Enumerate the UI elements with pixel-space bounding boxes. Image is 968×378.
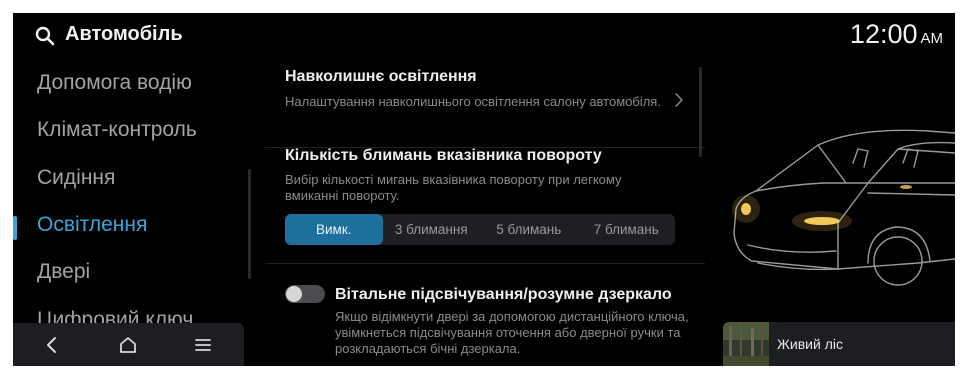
segment-off[interactable]: Вимк. — [285, 214, 383, 245]
welcome-light-description: Якщо відімкнути двері за допомогою диста… — [335, 309, 689, 356]
divider — [265, 263, 705, 264]
media-widget[interactable]: Живий ліс — [723, 322, 955, 366]
turn-signal-segmented-control: Вимк. 3 блимання 5 блимань 7 блимань — [285, 214, 675, 245]
clock-ampm: AM — [920, 30, 944, 47]
segment-7-blinks[interactable]: 7 блимань — [578, 214, 676, 245]
media-title: Живий ліс — [777, 336, 843, 352]
sidebar-item-climate-control[interactable]: Клімат-контроль — [37, 118, 197, 142]
bottom-nav-bar — [13, 323, 244, 366]
ambient-light-title: Навколишнє освітлення — [285, 68, 477, 85]
vehicle-settings-screen: Автомобіль 12:00 AM Допомога водію Клімат… — [13, 13, 955, 366]
clock-time: 12:00 — [849, 19, 918, 49]
settings-list: Навколишнє освітлення Налаштування навко… — [265, 63, 705, 366]
active-indicator — [13, 216, 17, 240]
sidebar-scrollbar[interactable] — [248, 169, 251, 279]
back-icon[interactable] — [40, 333, 64, 357]
clock: 12:00 AM — [850, 19, 943, 50]
album-art — [723, 322, 769, 366]
page-title: Автомобіль — [65, 23, 183, 45]
car-illustration — [732, 129, 955, 286]
content-scrollbar[interactable] — [699, 67, 702, 157]
sidebar-item-lighting[interactable]: Освітлення — [37, 213, 147, 237]
welcome-light-title: Вітальне підсвічування/розумне дзеркало — [335, 286, 672, 303]
ambient-light-description: Налаштування навколишнього освітлення са… — [285, 94, 661, 109]
turn-signal-description: Вибір кількості мигань вказівника поворо… — [285, 172, 622, 203]
sidebar-item-seats[interactable]: Сидіння — [37, 166, 115, 190]
toggle-knob — [286, 286, 302, 302]
segment-5-blinks[interactable]: 5 блимань — [480, 214, 578, 245]
sidebar-item-doors[interactable]: Двері — [37, 260, 90, 284]
turn-signal-title: Кількість блимань вказівника повороту — [285, 147, 602, 164]
search-icon[interactable] — [35, 26, 55, 46]
sidebar-item-driver-assistance[interactable]: Допомога водію — [37, 71, 192, 95]
chevron-right-icon — [675, 93, 683, 107]
segment-3-blinks[interactable]: 3 блимання — [383, 214, 481, 245]
menu-icon[interactable] — [191, 333, 215, 357]
home-icon[interactable] — [116, 333, 140, 357]
sidebar: Допомога водію Клімат-контроль Сидіння О… — [13, 63, 258, 325]
welcome-light-toggle[interactable] — [285, 285, 325, 303]
